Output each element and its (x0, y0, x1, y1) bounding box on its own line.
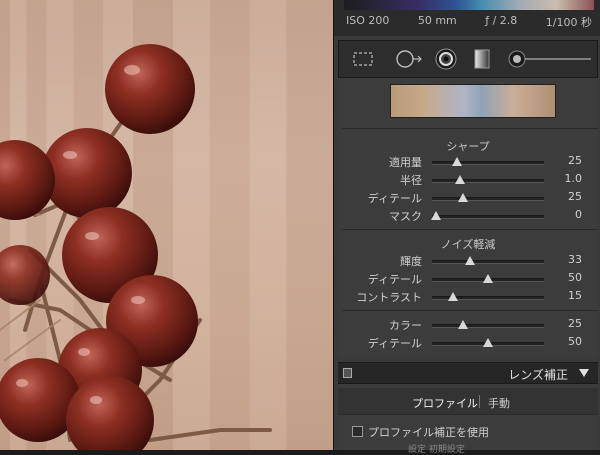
crop-overlay-icon (353, 52, 373, 66)
slider-value[interactable]: 33 (568, 253, 582, 266)
exif-iso: ISO 200 (346, 14, 390, 27)
slider-label: ディテール (367, 337, 422, 350)
slider-label: 半径 (400, 174, 422, 187)
adjustment-brush-icon (508, 50, 591, 68)
slider-thumb[interactable] (455, 175, 465, 184)
slider-value[interactable]: 50 (568, 335, 582, 348)
slider-row: 輝度 33 (338, 253, 598, 270)
graduated-filter-tool[interactable] (467, 41, 497, 77)
tab-profile[interactable]: プロファイル (412, 395, 478, 411)
slider-row: コントラスト 15 (338, 289, 598, 306)
graduated-filter-icon (474, 49, 490, 69)
slider-value[interactable]: 25 (568, 154, 582, 167)
slider-row: ディテール 50 (338, 271, 598, 288)
slider-label: ディテール (367, 192, 422, 205)
berries-photo (0, 44, 272, 450)
lens-tabs: プロファイル 手動 (338, 388, 598, 415)
slider-value[interactable]: 25 (568, 317, 582, 330)
divider (342, 310, 598, 311)
slider-row: ディテール 25 (338, 190, 598, 207)
slider-track[interactable] (432, 193, 544, 202)
spot-removal-tool[interactable] (391, 41, 425, 77)
noise-reduction-title: ノイズ軽減 (440, 238, 496, 251)
slider-label: ディテール (367, 273, 422, 286)
exif-info: ISO 200 50 mm ƒ / 2.8 1/100 秒 (346, 14, 592, 29)
slider-thumb[interactable] (451, 157, 462, 166)
histogram-exif-area: ISO 200 50 mm ƒ / 2.8 1/100 秒 (334, 0, 600, 36)
slider-label: マスク (389, 210, 422, 223)
slider-track[interactable] (432, 157, 544, 166)
slider-thumb[interactable] (458, 320, 469, 329)
enable-profile-checkbox[interactable] (352, 426, 363, 437)
panel-toggle-switch[interactable] (343, 368, 352, 378)
divider (342, 229, 598, 230)
slider-value[interactable]: 1.0 (565, 172, 583, 185)
collapse-triangle-icon[interactable] (579, 369, 589, 377)
red-eye-tool[interactable] (431, 41, 461, 77)
slider-thumb[interactable] (483, 338, 493, 347)
slider-row: 半径 1.0 (338, 172, 598, 189)
crop-overlay-tool[interactable] (347, 41, 379, 77)
slider-row: ディテール 50 (338, 335, 598, 352)
slider-track[interactable] (432, 175, 544, 184)
tool-strip (338, 40, 598, 78)
enable-profile-label: プロファイル補正を使用 (368, 426, 489, 439)
develop-right-panel: ISO 200 50 mm ƒ / 2.8 1/100 秒 シャープ 適用量 2… (333, 0, 600, 455)
setup-label: 設定 初期設定 (408, 445, 465, 455)
slider-row: マスク 0 (338, 208, 598, 225)
spot-removal-icon (396, 50, 422, 68)
slider-thumb[interactable] (458, 193, 469, 202)
tab-manual[interactable]: 手動 (488, 395, 510, 411)
tab-divider (479, 395, 480, 408)
exif-focal-length: 50 mm (417, 14, 457, 27)
detail-panel: シャープ 適用量 25 半径 1.0 ディテール 25 マスク 0 ノイズ軽減 輝度 33 ディテ… (338, 78, 598, 358)
slider-track[interactable] (432, 256, 544, 265)
red-eye-icon (435, 48, 457, 70)
slider-value[interactable]: 50 (568, 271, 582, 284)
slider-track[interactable] (432, 338, 544, 347)
detail-preview-thumbnail[interactable] (390, 84, 556, 118)
photo-canvas[interactable] (0, 0, 333, 450)
lens-corrections-body: プロファイル 手動 プロファイル補正を使用 設定 初期設定 (338, 384, 598, 455)
exif-shutter: 1/100 秒 (545, 16, 592, 29)
divider (342, 128, 598, 129)
exif-aperture: ƒ / 2.8 (485, 14, 518, 27)
slider-row: カラー 25 (338, 317, 598, 334)
slider-track[interactable] (432, 292, 544, 301)
slider-label: カラー (389, 319, 422, 332)
adjustment-brush-tool[interactable] (505, 41, 595, 77)
slider-thumb[interactable] (465, 256, 476, 265)
slider-track[interactable] (432, 320, 544, 329)
slider-thumb[interactable] (483, 274, 493, 283)
slider-value[interactable]: 25 (568, 190, 582, 203)
slider-thumb[interactable] (431, 211, 442, 220)
slider-value[interactable]: 15 (568, 289, 582, 302)
slider-value[interactable]: 0 (575, 208, 582, 221)
slider-label: コントラスト (356, 291, 422, 304)
slider-track[interactable] (432, 274, 544, 283)
histogram[interactable] (344, 0, 594, 10)
slider-track[interactable] (431, 211, 544, 220)
slider-thumb[interactable] (448, 292, 459, 301)
sharpening-title: シャープ (446, 140, 490, 153)
slider-row: 適用量 25 (338, 154, 598, 171)
slider-label: 輝度 (400, 255, 422, 268)
lens-corrections-title: レンズ補正 (508, 368, 568, 382)
lens-corrections-header[interactable]: レンズ補正 (338, 362, 598, 384)
slider-label: 適用量 (389, 156, 422, 169)
